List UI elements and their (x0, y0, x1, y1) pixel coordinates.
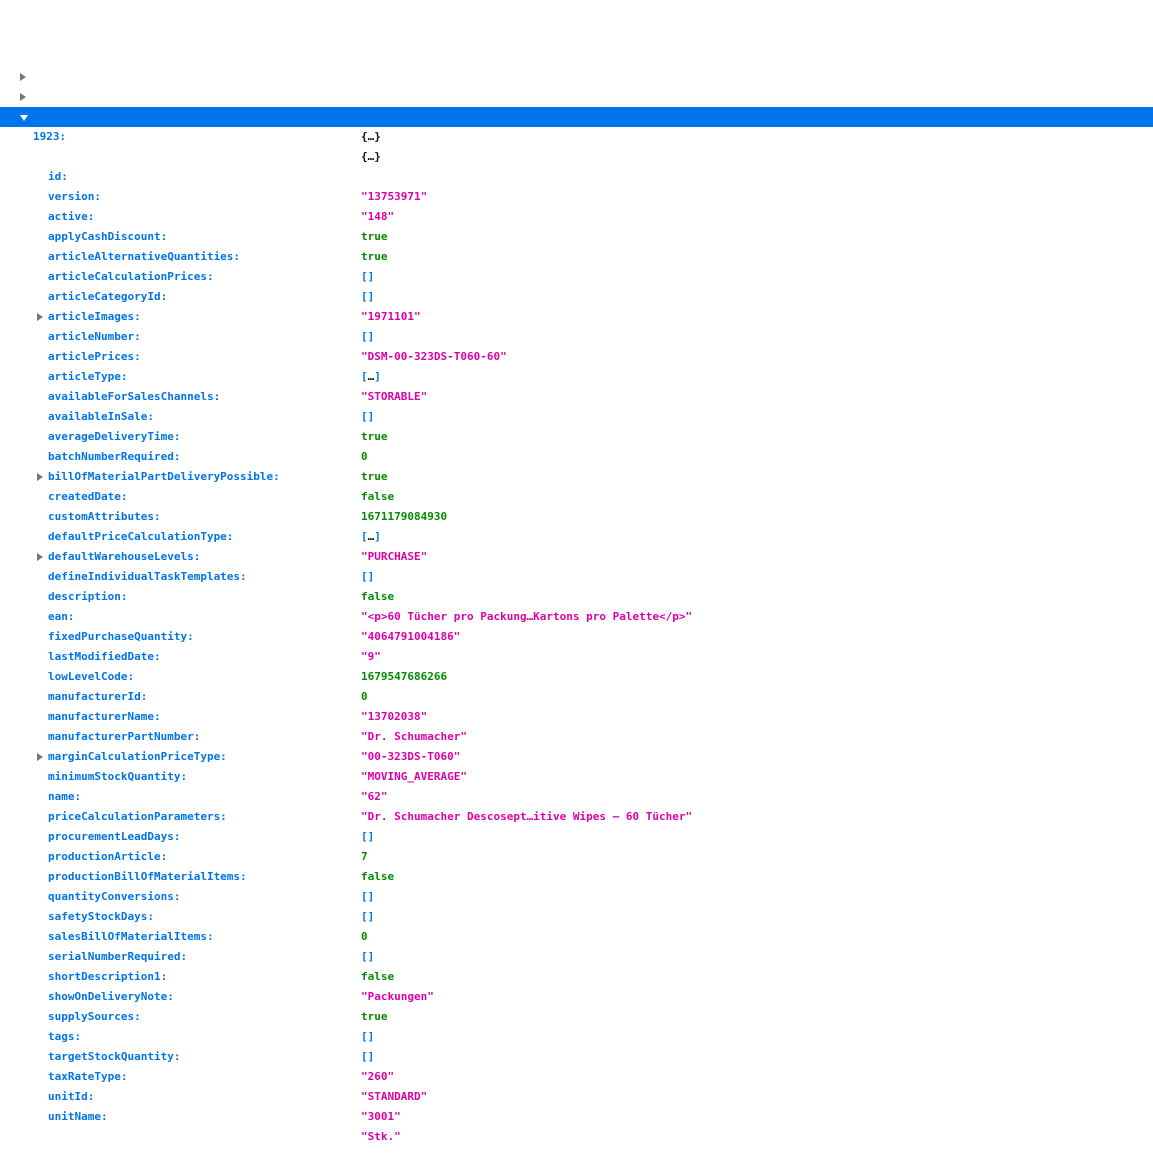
json-tree-row[interactable]: lastModifiedDate: 1679547686266 (0, 607, 1153, 627)
json-tree-row[interactable]: productionBillOfMaterialItems: [] (0, 827, 1153, 847)
value-part: "3001" (361, 1110, 401, 1123)
json-tree-row[interactable]: defaultWarehouseLevels: [] (0, 507, 1153, 527)
json-tree-row[interactable]: lowLevelCode: 0 (0, 627, 1153, 647)
json-tree-row[interactable]: defaultPriceCalculationType: "PURCHASE" (0, 487, 1153, 507)
json-tree-row[interactable]: supplySources: [] (0, 967, 1153, 987)
json-tree-row[interactable]: procurementLeadDays: 7 (0, 787, 1153, 807)
json-tree-row[interactable]: articlePrices: […] (0, 307, 1153, 327)
json-tree-row[interactable]: marginCalculationPriceType: "MOVING_AVER… (0, 707, 1153, 727)
json-tree-row[interactable]: availableForSalesChannels: [] (0, 347, 1153, 367)
property-value: "3001" (361, 1107, 401, 1127)
property-value: "STANDARD" (361, 1087, 427, 1107)
json-tree-row[interactable]: manufacturerId: "13702038" (0, 647, 1153, 667)
expand-arrow-icon[interactable] (37, 313, 43, 321)
json-tree-row[interactable]: ean: "4064791004186" (0, 567, 1153, 587)
property-key: unitName: (48, 1107, 108, 1127)
value-part: "Stk." (361, 1130, 401, 1143)
json-tree-row[interactable]: articleCalculationPrices: [] (0, 227, 1153, 247)
json-tree-row[interactable]: batchNumberRequired: true (0, 407, 1153, 427)
json-tree-row[interactable]: fixedPurchaseQuantity: "9" (0, 587, 1153, 607)
json-tree-row[interactable]: name: "Dr. Schumacher Descosept…itive Wi… (0, 747, 1153, 767)
json-tree-row[interactable]: articleType: "STORABLE" (0, 327, 1153, 347)
json-tree-row[interactable]: quantityConversions: [] (0, 847, 1153, 867)
json-tree-row[interactable]: unitId: "3001" (0, 1047, 1153, 1067)
expand-arrow-icon[interactable] (20, 73, 26, 81)
json-tree-row[interactable]: articleCategoryId: "1971101" (0, 247, 1153, 267)
json-tree-row[interactable]: 1922: {…} (0, 67, 1153, 87)
expand-arrow-icon[interactable] (37, 473, 43, 481)
json-tree-row[interactable]: minimumStockQuantity: "62" (0, 727, 1153, 747)
json-tree-row[interactable]: unitName: "Stk." (0, 1067, 1153, 1087)
json-tree-row[interactable]: averageDeliveryTime: 0 (0, 387, 1153, 407)
json-tree-row[interactable]: salesBillOfMaterialItems: [] (0, 887, 1153, 907)
json-tree-row[interactable]: articleAlternativeQuantities: [] (0, 207, 1153, 227)
json-tree-row[interactable]: manufacturerPartNumber: "00-323DS-T060" (0, 687, 1153, 707)
json-tree-row[interactable]: serialNumberRequired: false (0, 907, 1153, 927)
json-tree-row[interactable]: articleNumber: "DSM-00-323DS-T060-60" (0, 287, 1153, 307)
json-tree-row[interactable]: productionArticle: false (0, 807, 1153, 827)
expand-arrow-icon[interactable] (37, 753, 43, 761)
json-tree-row[interactable]: taxRateType: "STANDARD" (0, 1027, 1153, 1047)
json-tree-row[interactable]: active: true (0, 167, 1153, 187)
json-tree-row[interactable]: 1924: (0, 107, 1153, 127)
json-tree-row[interactable]: targetStockQuantity: "260" (0, 1007, 1153, 1027)
json-tree: 1922: {…} 1923: {…} 1924: id: "13753971"… (0, 67, 1153, 1087)
json-tree-row[interactable]: 1923: {…} (0, 87, 1153, 107)
json-tree-row[interactable]: showOnDeliveryNote: true (0, 947, 1153, 967)
json-tree-row[interactable]: shortDescription1: "Packungen" (0, 927, 1153, 947)
property-value: "Stk." (361, 1127, 401, 1147)
expand-arrow-icon[interactable] (37, 553, 43, 561)
property-key: unitId: (48, 1087, 94, 1107)
expand-arrow-icon[interactable] (20, 115, 28, 121)
json-tree-row[interactable]: customAttributes: […] (0, 467, 1153, 487)
json-tree-row[interactable]: safetyStockDays: 0 (0, 867, 1153, 887)
json-tree-row[interactable]: defineIndividualTaskTemplates: false (0, 527, 1153, 547)
json-tree-row[interactable]: billOfMaterialPartDeliveryPossible: fals… (0, 427, 1153, 447)
json-tree-row[interactable]: version: "148" (0, 147, 1153, 167)
json-tree-row[interactable]: priceCalculationParameters: [] (0, 767, 1153, 787)
json-tree-row[interactable]: createdDate: 1671179084930 (0, 447, 1153, 467)
json-tree-row[interactable]: applyCashDiscount: true (0, 187, 1153, 207)
json-tree-row[interactable]: articleImages: [] (0, 267, 1153, 287)
json-tree-row[interactable]: tags: [] (0, 987, 1153, 1007)
json-tree-row[interactable]: description: "<p>60 Tücher pro Packung…K… (0, 547, 1153, 567)
json-tree-row[interactable]: availableInSale: true (0, 367, 1153, 387)
value-part: "STANDARD" (361, 1090, 427, 1103)
json-tree-row[interactable]: id: "13753971" (0, 127, 1153, 147)
json-tree-row[interactable]: manufacturerName: "Dr. Schumacher" (0, 667, 1153, 687)
expand-arrow-icon[interactable] (20, 93, 26, 101)
